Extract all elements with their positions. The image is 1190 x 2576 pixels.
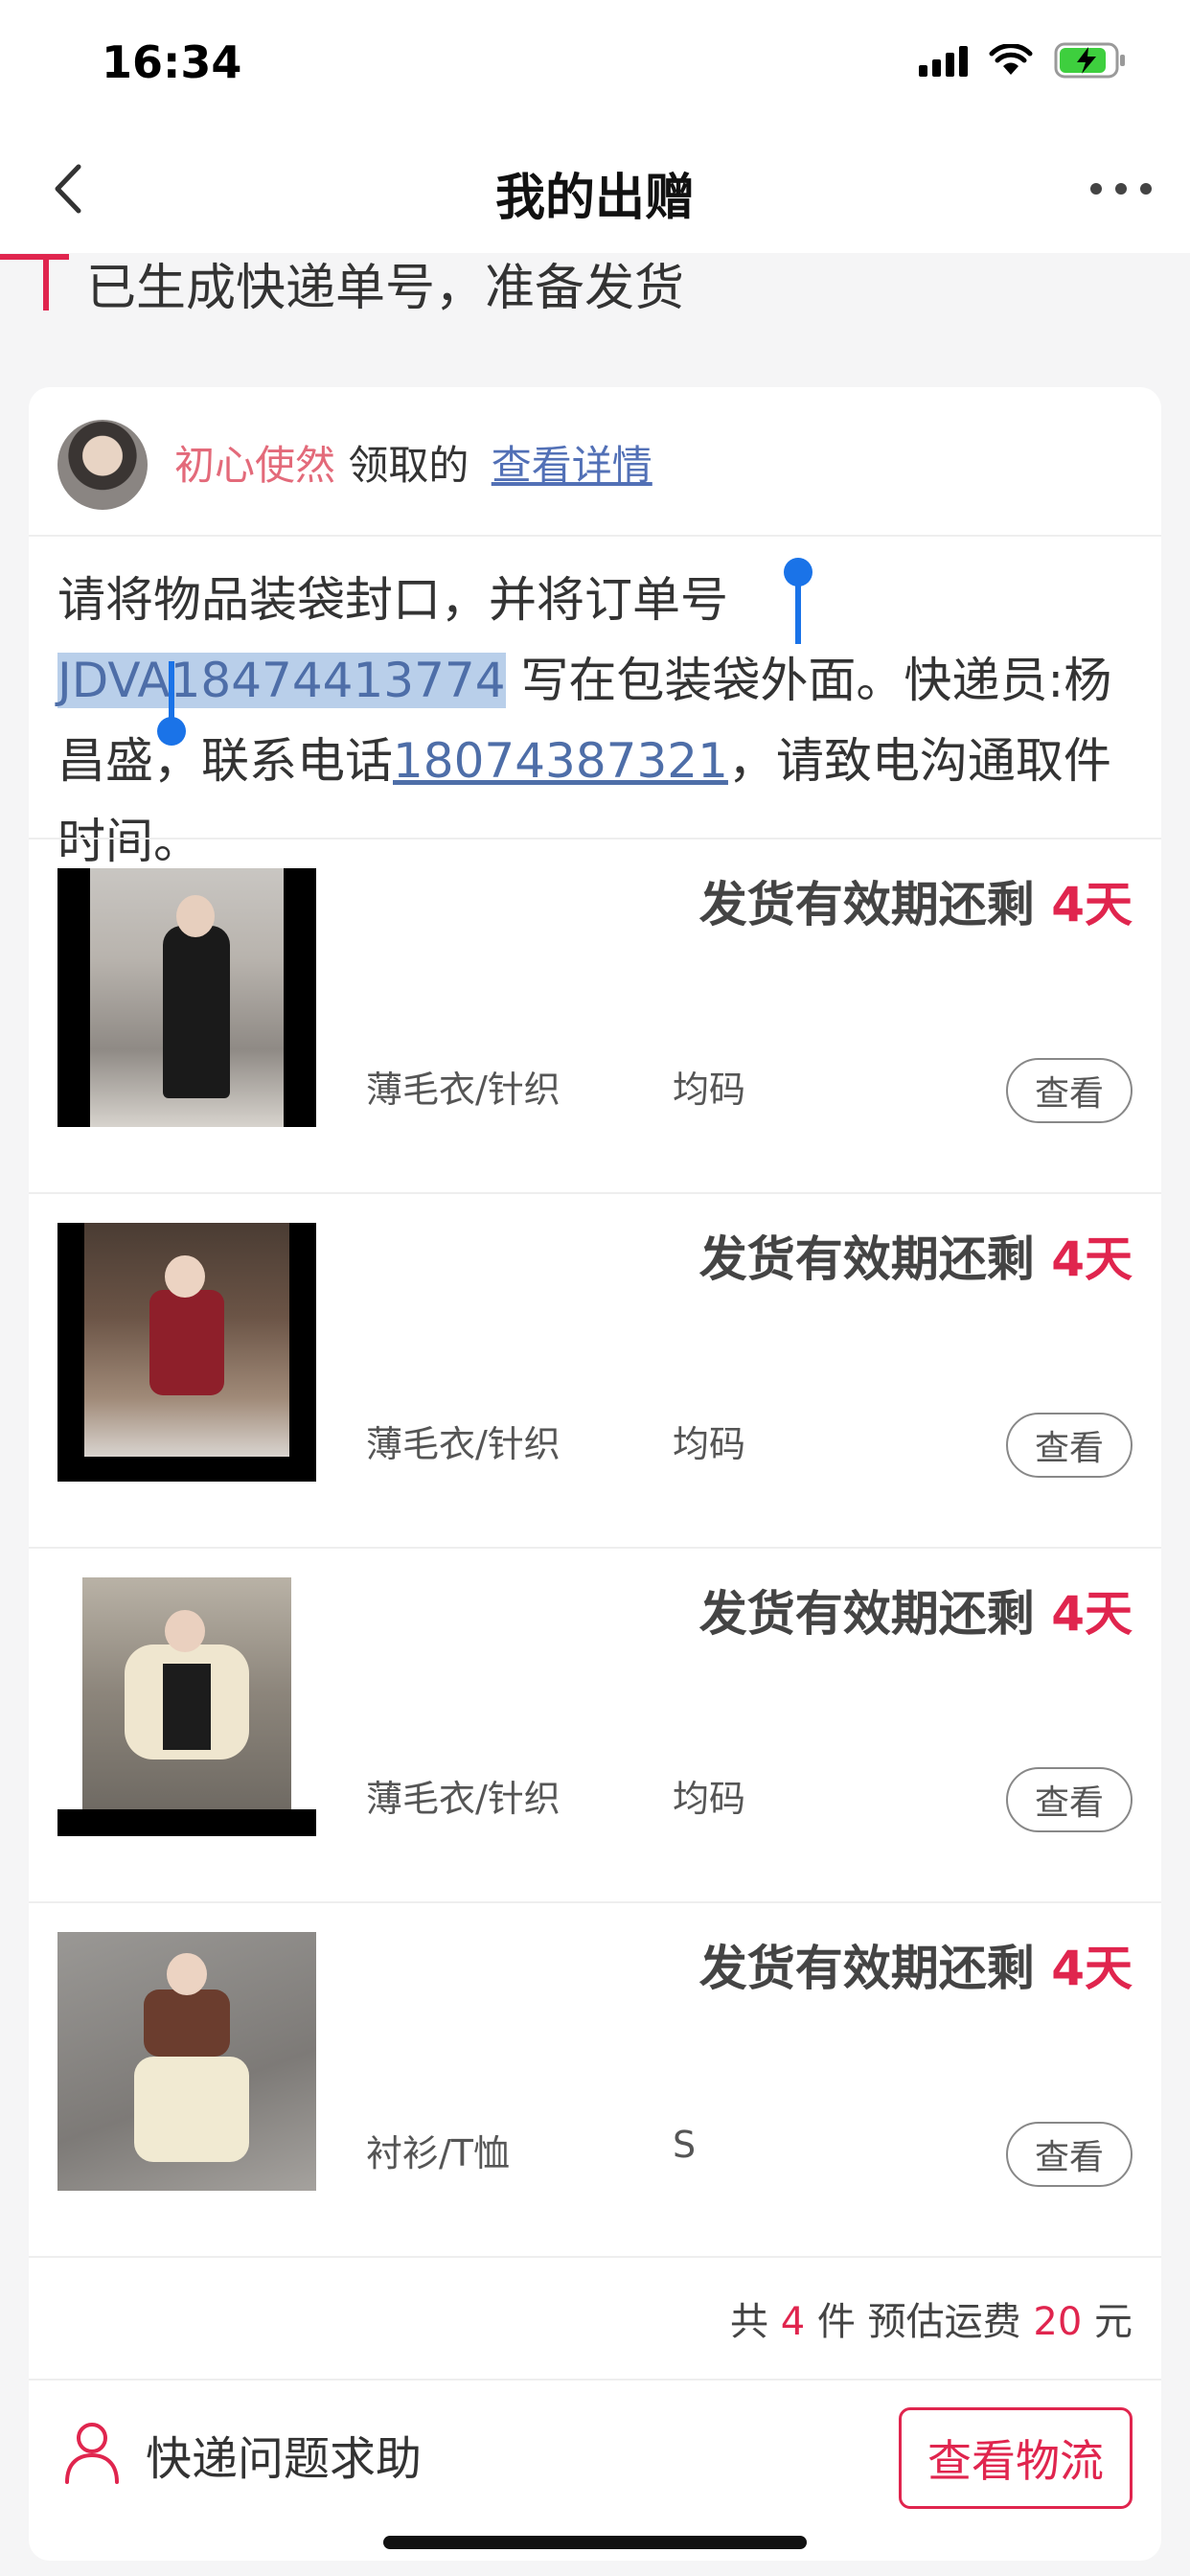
order-number[interactable]: JDVA18474413774 — [57, 653, 506, 708]
receiver-row: 初心使然 领取的 查看详情 — [29, 387, 1161, 537]
item-size: 均码 — [673, 1423, 746, 1465]
summary-mid: 件 预估运费 — [805, 2300, 1034, 2344]
page-title: 我的出赠 — [494, 170, 695, 227]
receiver-name[interactable]: 初心使然 — [174, 442, 335, 489]
deadline-days: 4天 — [1051, 877, 1133, 932]
item-thumbnail[interactable] — [57, 868, 316, 1127]
summary-prefix: 共 — [730, 2300, 781, 2344]
item-row: 发货有效期还剩 4天 薄毛衣/针织 均码 查看 — [29, 840, 1161, 1194]
selection-end-handle[interactable] — [157, 661, 186, 746]
step-status-text: 已生成快递单号，准备发货 — [86, 260, 685, 317]
item-thumbnail[interactable] — [57, 1577, 316, 1836]
order-summary: 共 4 件 预估运费 20 元 — [730, 2290, 1133, 2346]
courier-phone-link[interactable]: 18074387321 — [393, 733, 728, 789]
item-size: S — [673, 2124, 697, 2166]
item-row: 发货有效期还剩 4天 薄毛衣/针织 均码 查看 — [29, 1194, 1161, 1549]
status-time: 16:34 — [102, 36, 242, 88]
shipping-fee: 20 — [1033, 2300, 1083, 2344]
ship-deadline: 发货有效期还剩 4天 — [699, 1221, 1133, 1290]
item-row: 发货有效期还剩 4天 薄毛衣/针织 均码 查看 — [29, 1549, 1161, 1903]
ship-deadline: 发货有效期还剩 4天 — [699, 866, 1133, 935]
deadline-label: 发货有效期还剩 — [698, 1586, 1052, 1642]
view-logistics-button[interactable]: 查看物流 — [899, 2407, 1133, 2509]
shipping-instruction: 请将物品装袋封口，并将订单号 JDVA18474413774 写在包装袋外面。快… — [57, 560, 1150, 882]
view-item-button[interactable]: 查看 — [1006, 1767, 1133, 1832]
wifi-icon — [989, 44, 1033, 77]
receiver-action: 领取的 — [348, 442, 469, 489]
item-thumbnail[interactable] — [57, 1223, 316, 1482]
courier-help-label: 快递问题求助 — [146, 2432, 423, 2486]
user-outline-icon — [63, 2421, 121, 2488]
summary-suffix: 元 — [1082, 2300, 1133, 2344]
item-category: 薄毛衣/针织 — [366, 1069, 561, 1111]
view-detail-link[interactable]: 查看详情 — [492, 442, 652, 489]
deadline-days: 4天 — [1051, 1586, 1133, 1642]
item-size: 均码 — [673, 1778, 746, 1820]
deadline-label: 发货有效期还剩 — [698, 1231, 1052, 1287]
deadline-label: 发货有效期还剩 — [698, 877, 1052, 932]
item-category: 薄毛衣/针织 — [366, 1423, 561, 1465]
item-size: 均码 — [673, 1069, 746, 1111]
receiver-line: 初心使然 领取的 查看详情 — [174, 433, 652, 492]
deadline-days: 4天 — [1051, 1231, 1133, 1287]
selection-start-handle[interactable] — [784, 558, 812, 644]
courier-help-link[interactable]: 快递问题求助 — [63, 2421, 422, 2488]
divider — [29, 2379, 1161, 2380]
item-count: 4 — [780, 2300, 806, 2344]
item-category: 衬衫/T恤 — [366, 2132, 511, 2174]
view-item-button[interactable]: 查看 — [1006, 2122, 1133, 2187]
item-row: 发货有效期还剩 4天 衬衫/T恤 S 查看 — [29, 1903, 1161, 2258]
instruction-part1: 请将物品装袋封口，并将订单号 — [57, 572, 728, 628]
nav-bar: 我的出赠 — [0, 126, 1190, 253]
step-marker — [0, 253, 71, 310]
gift-order-card: 初心使然 领取的 查看详情 请将物品装袋封口，并将订单号 JDVA1847441… — [29, 387, 1161, 2561]
more-dots-icon[interactable] — [1090, 165, 1152, 213]
item-thumbnail[interactable] — [57, 1932, 316, 2191]
ship-deadline: 发货有效期还剩 4天 — [699, 1576, 1133, 1644]
home-indicator[interactable] — [383, 2536, 807, 2549]
status-bar: 16:34 — [0, 0, 1190, 126]
deadline-days: 4天 — [1051, 1941, 1133, 1996]
status-icons — [919, 42, 1127, 79]
signal-icon — [919, 44, 968, 77]
ship-deadline: 发货有效期还剩 4天 — [699, 1930, 1133, 1999]
item-category: 薄毛衣/针织 — [366, 1778, 561, 1820]
battery-charging-icon — [1054, 42, 1127, 79]
view-item-button[interactable]: 查看 — [1006, 1413, 1133, 1478]
view-item-button[interactable]: 查看 — [1006, 1058, 1133, 1123]
deadline-label: 发货有效期还剩 — [698, 1941, 1052, 1996]
avatar[interactable] — [57, 420, 148, 510]
